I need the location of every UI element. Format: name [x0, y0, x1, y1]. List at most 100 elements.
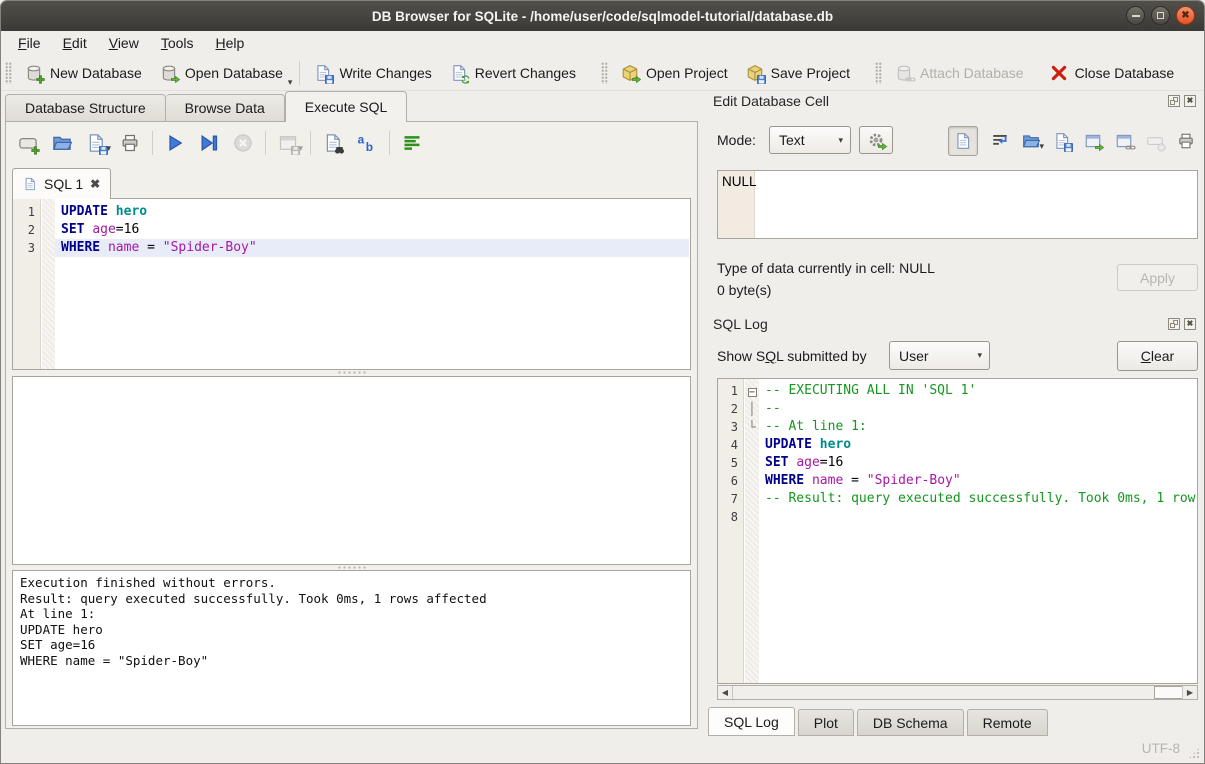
close-sql-tab-icon[interactable]: ✖ — [90, 177, 100, 191]
sql-toolbar: ▾ ▾ — [18, 129, 422, 157]
open-sql-tab-icon[interactable] — [18, 133, 38, 153]
toolbar-separator — [299, 61, 300, 85]
edit-cell-dock-title: Edit Database Cell — [713, 93, 829, 109]
revert-changes-button[interactable]: Revert Changes — [441, 60, 585, 86]
attach-database-button[interactable]: Attach Database — [886, 60, 1033, 86]
tab-db-schema[interactable]: DB Schema — [857, 709, 964, 736]
toolbar-grip[interactable] — [601, 62, 608, 84]
edit-cell-dock-header: Edit Database Cell ✖ — [713, 93, 1196, 109]
apply-mode-button[interactable] — [859, 126, 893, 154]
sql-log-view[interactable]: 12345678 −│└ -- EXECUTING ALL IN 'SQL 1'… — [717, 378, 1198, 684]
editor-results-splitter[interactable] — [6, 370, 697, 375]
menu-edit[interactable]: Edit — [52, 33, 98, 53]
close-icon[interactable]: ✖ — [1176, 6, 1195, 25]
sql-log-filter-label: Show SQL submitted by — [717, 348, 867, 364]
scrollbar-thumb[interactable] — [1154, 686, 1184, 699]
project-save-icon — [746, 64, 764, 82]
write-changes-button[interactable]: Write Changes — [305, 60, 440, 86]
save-project-button[interactable]: Save Project — [737, 60, 859, 86]
mode-select[interactable]: Text ▾ — [769, 126, 851, 154]
link-icon[interactable] — [1115, 132, 1133, 150]
export-icon[interactable] — [1084, 132, 1102, 150]
set-null-icon[interactable] — [1146, 132, 1164, 150]
auto-complete-icon[interactable] — [357, 133, 377, 153]
menu-tools[interactable]: Tools — [150, 33, 205, 53]
toolbar-grip[interactable] — [875, 62, 882, 84]
sql-log-filter-select[interactable]: User ▾ — [889, 341, 990, 370]
tab-sql-log[interactable]: SQL Log — [708, 707, 795, 736]
editor-line-numbers: 123 — [13, 199, 41, 369]
app-window: DB Browser for SQLite - /home/user/code/… — [0, 0, 1205, 764]
cell-value-editor[interactable]: NULL — [717, 170, 1198, 239]
stop-icon[interactable] — [233, 133, 253, 153]
word-wrap-icon[interactable] — [991, 132, 1009, 150]
log-line-numbers: 12345678 — [718, 379, 744, 683]
results-grid — [12, 376, 691, 565]
cell-value: NULL — [722, 174, 757, 189]
apply-button[interactable]: Apply — [1117, 264, 1198, 291]
open-file-icon[interactable]: ▾ — [1022, 132, 1040, 150]
print-icon[interactable] — [1177, 132, 1195, 150]
menu-file[interactable]: File — [7, 33, 52, 53]
editor-code[interactable]: UPDATE heroSET age=16WHERE name = "Spide… — [55, 203, 689, 368]
main-tab-bar: Database Structure Browse Data Execute S… — [5, 91, 407, 122]
execute-all-icon[interactable] — [165, 133, 185, 153]
format-icon[interactable] — [402, 133, 422, 153]
database-close-icon — [1050, 64, 1068, 82]
open-project-button[interactable]: Open Project — [612, 60, 737, 86]
clear-log-button[interactable]: Clear — [1117, 341, 1198, 371]
menu-help[interactable]: Help — [205, 33, 256, 53]
menubar: File Edit View Tools Help — [1, 31, 1204, 55]
save-sql-file-icon[interactable]: ▾ — [86, 133, 106, 153]
sql-editor-tab[interactable]: SQL 1 ✖ — [12, 168, 111, 199]
close-icon[interactable]: ✖ — [1184, 318, 1196, 330]
open-sql-file-icon[interactable] — [52, 133, 72, 153]
chevron-down-icon: ▾ — [977, 350, 982, 361]
close-database-button[interactable]: Close Database — [1041, 60, 1184, 86]
window-controls: ✖ — [1126, 6, 1195, 25]
sql-editor[interactable]: 123 UPDATE heroSET age=16WHERE name = "S… — [12, 198, 691, 370]
chevron-down-icon: ▾ — [838, 135, 843, 146]
save-results-icon[interactable]: ▾ — [278, 133, 298, 153]
dock-tab-bar: SQL Log Plot DB Schema Remote — [708, 707, 1048, 736]
float-icon[interactable] — [1168, 95, 1180, 107]
scroll-left-icon[interactable]: ◀ — [718, 686, 733, 699]
tab-execute-sql[interactable]: Execute SQL — [285, 91, 408, 122]
sql-doc-icon — [23, 177, 37, 191]
execution-message: Execution finished without errors.Result… — [12, 570, 691, 726]
open-database-button[interactable]: Open Database — [151, 60, 292, 86]
print-icon[interactable] — [120, 133, 140, 153]
menu-view[interactable]: View — [98, 33, 150, 53]
open-database-dropdown-icon[interactable]: ▾ — [288, 77, 293, 88]
text-mode-icon[interactable] — [948, 126, 978, 156]
tab-browse-data[interactable]: Browse Data — [166, 94, 285, 122]
save-file-icon[interactable] — [1053, 132, 1071, 150]
execute-current-line-icon[interactable] — [199, 133, 219, 153]
main-toolbar: New Database Open Database ▾ Write Chang… — [1, 55, 1204, 91]
log-horizontal-scrollbar[interactable]: ◀ ▶ — [717, 685, 1198, 700]
mode-label: Mode: — [717, 132, 756, 148]
float-icon[interactable] — [1168, 318, 1180, 330]
database-open-icon — [160, 64, 178, 82]
titlebar: DB Browser for SQLite - /home/user/code/… — [1, 1, 1204, 31]
window-title: DB Browser for SQLite - /home/user/code/… — [372, 9, 833, 24]
tab-database-structure[interactable]: Database Structure — [5, 94, 166, 122]
new-database-button[interactable]: New Database — [16, 60, 151, 86]
database-new-icon — [25, 64, 43, 82]
log-fold-margin[interactable]: −│└ — [745, 379, 759, 683]
maximize-icon[interactable] — [1151, 6, 1170, 25]
find-icon[interactable] — [323, 133, 343, 153]
database-attach-icon — [895, 64, 913, 82]
status-bar: UTF-8 — [1, 734, 1204, 763]
scroll-right-icon[interactable]: ▶ — [1182, 686, 1197, 699]
resize-grip[interactable] — [1188, 747, 1200, 759]
execute-sql-pane: ▾ ▾ SQL 1 ✖ 123 UPDATE heroSET age=16WHE… — [5, 121, 698, 729]
toolbar-grip[interactable] — [5, 62, 12, 84]
log-code: -- EXECUTING ALL IN 'SQL 1'---- At line … — [759, 382, 1196, 682]
close-icon[interactable]: ✖ — [1184, 95, 1196, 107]
minimize-icon[interactable] — [1126, 6, 1145, 25]
cell-size-info: 0 byte(s) — [717, 282, 771, 298]
tab-remote[interactable]: Remote — [967, 709, 1048, 736]
write-changes-icon — [314, 64, 332, 82]
tab-plot[interactable]: Plot — [798, 709, 854, 736]
